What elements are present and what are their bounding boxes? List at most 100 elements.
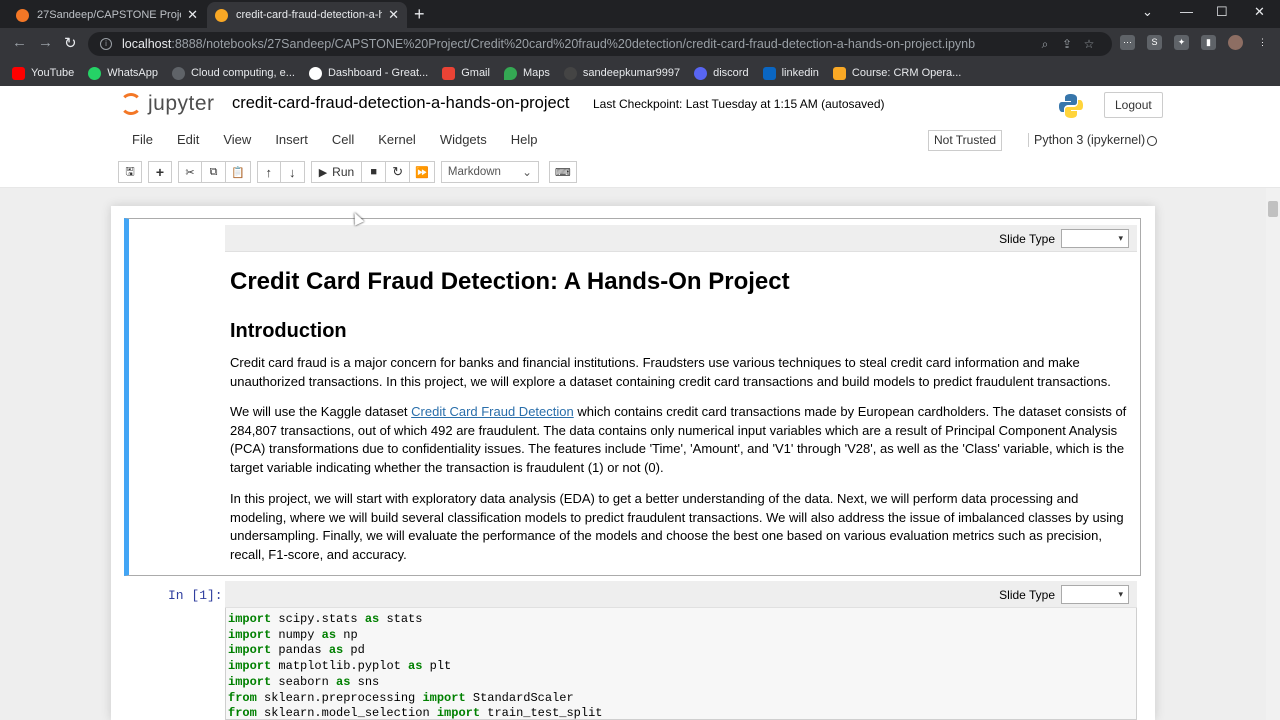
notebook-title: Credit Card Fraud Detection: A Hands-On …	[230, 268, 790, 295]
menu-bar: File Edit View Insert Cell Kernel Widget…	[120, 130, 1160, 152]
close-icon[interactable]: ✕	[187, 7, 198, 23]
menu-widgets[interactable]: Widgets	[428, 130, 499, 152]
zoom-icon[interactable]: ⌕	[1038, 37, 1052, 51]
sidebar-icon[interactable]: ▮	[1201, 35, 1216, 50]
puzzle-icon[interactable]: ✦	[1174, 35, 1189, 50]
bookmark-gmail[interactable]: Gmail	[442, 66, 490, 80]
python-logo-icon	[1059, 94, 1083, 118]
menu-help[interactable]: Help	[499, 130, 550, 152]
kernel-name[interactable]: Python 3 (ipykernel)	[1028, 133, 1145, 147]
save-button[interactable]: 🖫	[118, 161, 142, 183]
logout-button[interactable]: Logout	[1104, 92, 1163, 118]
site-info-icon[interactable]: i	[100, 38, 112, 50]
back-icon[interactable]: ←	[12, 34, 27, 51]
keyboard-icon: ⌨	[554, 166, 571, 179]
bookmark-discord[interactable]: discord	[694, 66, 749, 80]
dataset-paragraph: We will use the Kaggle dataset Credit Ca…	[230, 403, 1135, 477]
code-line: import pandas as pd	[228, 643, 365, 658]
bookmark-dashboard[interactable]: Dashboard - Great...	[308, 66, 428, 80]
move-up-button[interactable]: ↑	[256, 161, 281, 183]
discord-icon	[694, 66, 708, 80]
cell-toolbar: Slide Type ▾	[225, 225, 1137, 252]
window-close-icon[interactable]: ✕	[1254, 4, 1265, 20]
tab-search-icon[interactable]: ⌄	[1142, 4, 1153, 20]
code-line: from sklearn.model_selection import trai…	[228, 706, 603, 720]
menu-view[interactable]: View	[211, 130, 263, 152]
plus-icon: +	[155, 164, 165, 180]
menu-file[interactable]: File	[120, 130, 165, 152]
cell-toolbar: Slide Type ▾	[225, 581, 1137, 608]
star-icon[interactable]: ☆	[1082, 37, 1096, 51]
close-icon[interactable]: ✕	[388, 7, 399, 23]
extension-icon[interactable]: ⋯	[1120, 35, 1135, 50]
slide-type-select[interactable]: ▾	[1061, 585, 1129, 604]
avatar[interactable]	[1228, 35, 1243, 50]
command-palette-button[interactable]: ⌨	[548, 161, 577, 183]
whatsapp-icon	[88, 66, 102, 80]
url-input[interactable]: i localhost:8888/notebooks/27Sandeep/CAP…	[88, 32, 1112, 56]
maximize-icon[interactable]: ☐	[1216, 4, 1228, 20]
page-scrollbar[interactable]	[1266, 188, 1280, 720]
chevron-down-icon: ▾	[1118, 233, 1123, 243]
run-button[interactable]: ▶ Run	[310, 161, 363, 183]
notebook-name[interactable]: credit-card-fraud-detection-a-hands-on-p…	[232, 94, 570, 113]
menu-edit[interactable]: Edit	[165, 130, 211, 152]
menu-kernel[interactable]: Kernel	[366, 130, 428, 152]
bookmark-whatsapp[interactable]: WhatsApp	[88, 66, 158, 80]
scissors-icon: ✂	[185, 166, 195, 179]
share-icon[interactable]: ⇪	[1060, 37, 1074, 51]
insert-cell-button[interactable]: +	[148, 161, 172, 183]
not-trusted-button[interactable]: Not Trusted	[928, 130, 1003, 151]
run-label: Run	[332, 165, 355, 179]
copy-icon: ⧉	[209, 165, 218, 178]
cut-button[interactable]: ✂	[178, 161, 202, 183]
code-line: import seaborn as sns	[228, 674, 380, 689]
copy-button[interactable]: ⧉	[202, 161, 226, 183]
menu-icon[interactable]: ⋮	[1255, 35, 1270, 50]
plan-paragraph: In this project, we will start with expl…	[230, 491, 1124, 562]
bookmark-label: Course: CRM Opera...	[851, 67, 962, 79]
bookmark-maps[interactable]: Maps	[503, 66, 550, 80]
minimize-icon[interactable]: —	[1180, 4, 1193, 19]
bookmark-course[interactable]: Course: CRM Opera...	[832, 66, 962, 80]
cell-type-value: Markdown	[447, 166, 501, 178]
arrow-up-icon: ↑	[265, 164, 272, 180]
move-down-button[interactable]: ↓	[280, 161, 305, 183]
fast-forward-icon: ⏩	[415, 166, 429, 179]
code-line: import numpy as np	[228, 627, 358, 642]
cell-type-select[interactable]: Markdown ⌄	[440, 161, 539, 183]
github-icon	[563, 66, 577, 80]
restart-button[interactable]: ↻	[386, 161, 411, 183]
url-host: localhost	[122, 37, 172, 51]
bookmark-cloud[interactable]: Cloud computing, e...	[171, 66, 295, 80]
dataset-link[interactable]: Credit Card Fraud Detection	[411, 404, 574, 419]
reload-icon[interactable]: ↻	[64, 34, 77, 52]
arrow-down-icon: ↓	[288, 164, 296, 180]
slide-type-label: Slide Type	[999, 587, 1055, 602]
bookmark-label: Cloud computing, e...	[190, 67, 295, 79]
restart-run-all-button[interactable]: ⏩	[410, 161, 435, 183]
slide-type-select[interactable]: ▾	[1061, 229, 1129, 248]
notebook-favicon-icon	[215, 8, 228, 22]
youtube-icon	[12, 66, 25, 80]
bookmark-linkedin[interactable]: linkedin	[762, 66, 819, 80]
code-line: import matplotlib.pyplot as plt	[228, 659, 452, 674]
tab-notebook[interactable]: credit-card-fraud-detection-a-ha ✕	[207, 2, 407, 28]
interrupt-button[interactable]: ■	[362, 161, 387, 183]
scrollbar-thumb[interactable]	[1268, 201, 1278, 217]
forward-icon[interactable]: →	[38, 34, 53, 51]
menu-insert[interactable]: Insert	[263, 130, 320, 152]
jupyter-logo[interactable]: jupyter	[120, 92, 215, 116]
bookmark-youtube[interactable]: YouTube	[12, 66, 74, 80]
bookmarks-bar: YouTube WhatsApp Cloud computing, e... D…	[0, 60, 1280, 86]
dataset-text: We will use the Kaggle dataset	[230, 404, 412, 419]
extensions-area: ⋯ S ✦ ▮ ⋮	[1120, 35, 1270, 50]
new-tab-button[interactable]: +	[414, 4, 425, 24]
tab-github[interactable]: 27Sandeep/CAPSTONE Project/C ✕	[8, 2, 206, 28]
bookmark-label: WhatsApp	[107, 67, 158, 79]
paste-button[interactable]: 📋	[226, 161, 251, 183]
bookmark-github[interactable]: sandeepkumar9997	[563, 66, 680, 80]
input-prompt: In [1]:	[168, 588, 223, 603]
menu-cell[interactable]: Cell	[320, 130, 366, 152]
extension-icon[interactable]: S	[1147, 35, 1162, 50]
